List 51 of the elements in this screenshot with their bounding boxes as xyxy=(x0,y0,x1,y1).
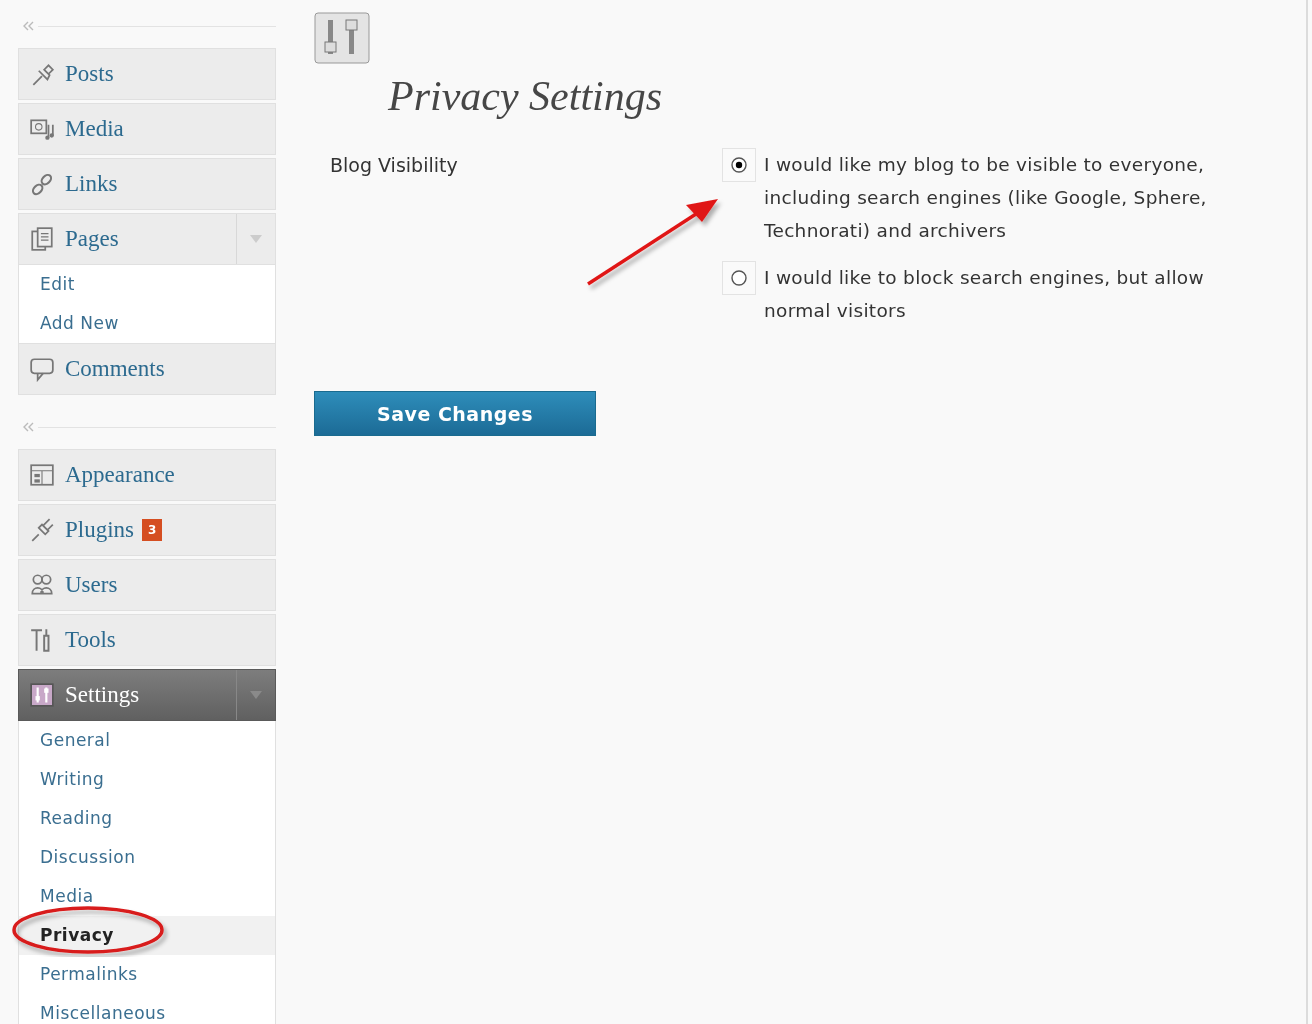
save-button[interactable]: Save Changes xyxy=(314,391,596,436)
menu-label: Posts xyxy=(65,61,114,87)
submenu-item[interactable]: Privacy xyxy=(19,916,275,955)
submenu-item[interactable]: Add New xyxy=(19,304,275,343)
settings-icon xyxy=(29,682,55,708)
submenu-item[interactable]: Writing xyxy=(19,760,275,799)
page-title: Privacy Settings xyxy=(388,72,664,120)
menu-item[interactable]: Plugins 3 xyxy=(18,504,276,556)
submenu-item[interactable]: Edit xyxy=(19,265,275,304)
menu-label: Appearance xyxy=(65,462,175,488)
field-label: Blog Visibility xyxy=(330,154,458,176)
menu-item[interactable]: Comments xyxy=(18,343,276,395)
collapse-icon[interactable] xyxy=(22,422,34,432)
people-icon xyxy=(29,572,55,598)
option-label: I would like to block search engines, but allow normal visitors xyxy=(764,266,1205,323)
menu-label: Tools xyxy=(65,627,116,653)
submenu-item[interactable]: Miscellaneous xyxy=(19,994,275,1024)
radio-button[interactable] xyxy=(722,261,756,295)
submenu-item[interactable]: Discussion xyxy=(19,838,275,877)
chain-icon xyxy=(29,171,55,197)
menu-item[interactable]: Users xyxy=(18,559,276,611)
radio-button[interactable] xyxy=(722,148,756,182)
dropdown-arrow-icon[interactable] xyxy=(249,234,263,244)
pages-icon xyxy=(29,226,55,252)
menu-item[interactable]: Appearance xyxy=(18,449,276,501)
settings-icon xyxy=(314,12,370,64)
menu-label: Plugins xyxy=(65,517,135,543)
dropdown-arrow-icon[interactable] xyxy=(249,690,263,700)
menu-item[interactable]: Media xyxy=(18,103,276,155)
menu-item[interactable]: Links xyxy=(18,158,276,210)
submenu-item[interactable]: General xyxy=(19,721,275,760)
menu-label: Pages xyxy=(65,226,119,252)
layout-icon xyxy=(29,462,55,488)
collapse-icon[interactable] xyxy=(22,21,34,31)
option-label: I would like my blog to be visible to everyone, including search engines (like Google, Sphere, Technorati) and archivers xyxy=(764,153,1208,243)
menu-label: Media xyxy=(65,116,124,142)
plug-icon xyxy=(29,517,55,543)
menu-item[interactable]: Settings xyxy=(18,669,276,721)
menu-label: Comments xyxy=(65,356,165,382)
menu-label: Settings xyxy=(65,682,140,708)
media-icon xyxy=(29,116,55,142)
submenu-item[interactable]: Permalinks xyxy=(19,955,275,994)
submenu-item[interactable]: Reading xyxy=(19,799,275,838)
update-count-badge: 3 xyxy=(142,519,163,541)
speech-bubble-icon xyxy=(29,356,55,382)
menu-label: Links xyxy=(65,171,118,197)
submenu-item[interactable]: Media xyxy=(19,877,275,916)
menu-item[interactable]: Tools xyxy=(18,614,276,666)
menu-item[interactable]: Pages xyxy=(18,213,276,265)
menu-label: Users xyxy=(65,572,118,598)
menu-item[interactable]: Posts xyxy=(18,48,276,100)
